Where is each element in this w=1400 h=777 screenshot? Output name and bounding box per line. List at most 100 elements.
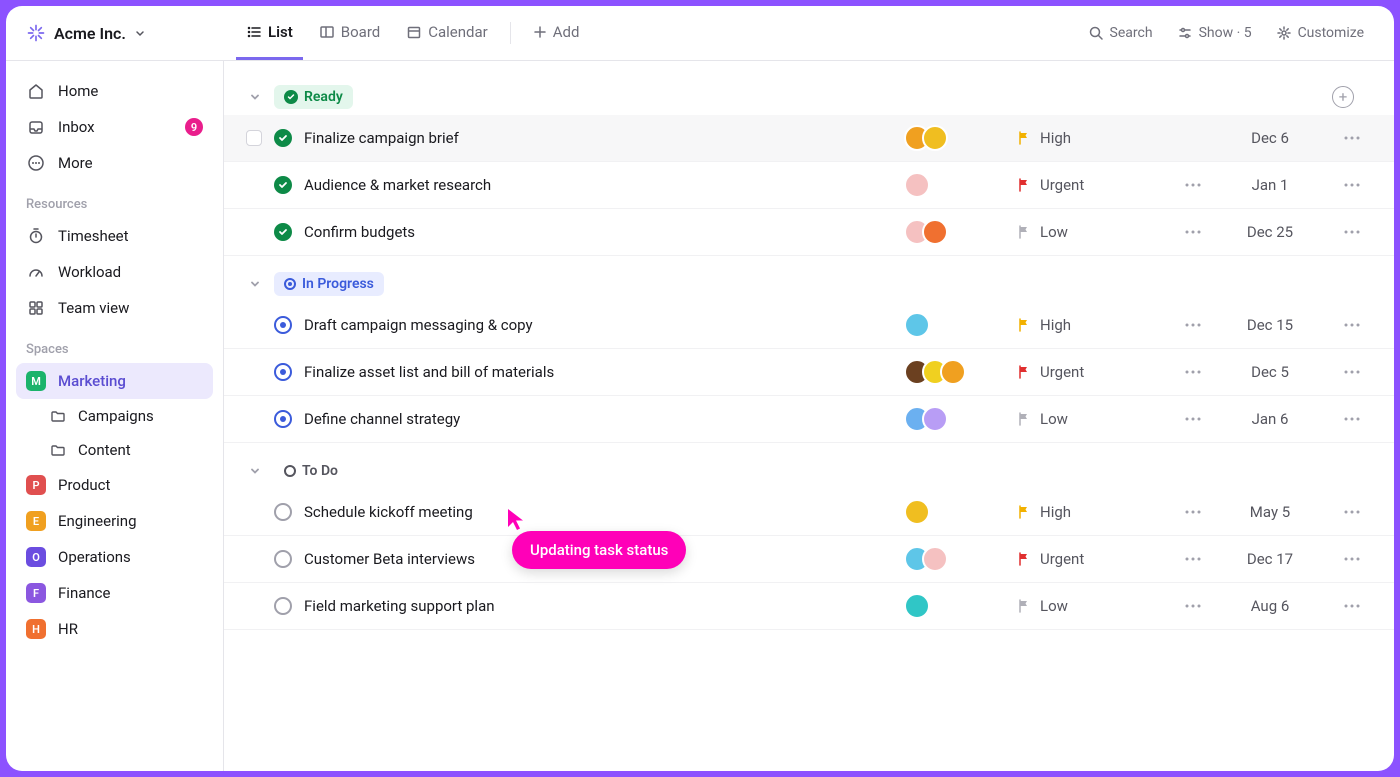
task-row[interactable]: Draft campaign messaging & copy High Dec…: [224, 302, 1394, 349]
task-checkbox[interactable]: [246, 130, 262, 146]
task-date[interactable]: Dec 15: [1220, 316, 1320, 334]
folder-item[interactable]: Campaigns: [16, 399, 213, 433]
task-more-button[interactable]: [1332, 557, 1372, 561]
nav-timesheet[interactable]: Timesheet: [16, 218, 213, 254]
avatar[interactable]: [904, 312, 930, 338]
subtask-indicator[interactable]: [1178, 183, 1208, 187]
assignees[interactable]: [904, 312, 1004, 338]
collapse-toggle[interactable]: [246, 462, 264, 480]
task-date[interactable]: Jan 1: [1220, 176, 1320, 194]
show-button[interactable]: Show · 5: [1167, 19, 1262, 47]
subtask-indicator[interactable]: [1178, 417, 1208, 421]
assignees[interactable]: [904, 219, 1004, 245]
task-priority[interactable]: Low: [1016, 597, 1166, 615]
task-more-button[interactable]: [1332, 604, 1372, 608]
nav-teamview[interactable]: Team view: [16, 290, 213, 326]
task-priority[interactable]: High: [1016, 129, 1166, 147]
task-status-circle[interactable]: [274, 129, 292, 147]
view-tab-add[interactable]: Add: [523, 6, 590, 60]
subtask-indicator[interactable]: [1178, 323, 1208, 327]
task-date[interactable]: May 5: [1220, 503, 1320, 521]
workspace-switcher[interactable]: Acme Inc.: [6, 23, 224, 43]
folder-item[interactable]: Content: [16, 433, 213, 467]
space-item[interactable]: PProduct: [16, 467, 213, 503]
subtask-indicator[interactable]: [1178, 370, 1208, 374]
task-date[interactable]: Dec 17: [1220, 550, 1320, 568]
subtask-indicator[interactable]: [1178, 230, 1208, 234]
task-more-button[interactable]: [1332, 183, 1372, 187]
subtask-indicator[interactable]: [1178, 557, 1208, 561]
space-item[interactable]: MMarketing: [16, 363, 213, 399]
task-row[interactable]: Define channel strategy Low Jan 6: [224, 396, 1394, 443]
assignees[interactable]: [904, 546, 1004, 572]
assignees[interactable]: [904, 125, 1004, 151]
collapse-toggle[interactable]: [246, 275, 264, 293]
assignees[interactable]: [904, 593, 1004, 619]
task-date[interactable]: Dec 6: [1220, 129, 1320, 147]
subtask-indicator[interactable]: [1178, 510, 1208, 514]
avatar[interactable]: [922, 219, 948, 245]
task-row[interactable]: Customer Beta interviews Urgent Dec 17: [224, 536, 1394, 583]
assignees[interactable]: [904, 172, 1004, 198]
view-tab-list[interactable]: List: [236, 6, 303, 60]
space-item[interactable]: HHR: [16, 611, 213, 647]
task-date[interactable]: Jan 6: [1220, 410, 1320, 428]
status-pill[interactable]: Ready: [274, 85, 353, 109]
task-status-circle[interactable]: [274, 363, 292, 381]
nav-inbox[interactable]: Inbox 9: [16, 109, 213, 145]
task-row[interactable]: Schedule kickoff meeting High May 5: [224, 489, 1394, 536]
avatar[interactable]: [904, 593, 930, 619]
task-status-circle[interactable]: [274, 176, 292, 194]
task-status-circle[interactable]: [274, 550, 292, 568]
nav-home[interactable]: Home: [16, 73, 213, 109]
task-more-button[interactable]: [1332, 323, 1372, 327]
add-task-button[interactable]: +: [1332, 86, 1354, 108]
task-priority[interactable]: Urgent: [1016, 176, 1166, 194]
nav-more[interactable]: More: [16, 145, 213, 181]
collapse-toggle[interactable]: [246, 88, 264, 106]
task-priority[interactable]: Urgent: [1016, 363, 1166, 381]
task-more-button[interactable]: [1332, 417, 1372, 421]
search-button[interactable]: Search: [1078, 19, 1163, 47]
task-priority[interactable]: High: [1016, 503, 1166, 521]
avatar[interactable]: [922, 546, 948, 572]
avatar[interactable]: [922, 406, 948, 432]
task-row[interactable]: Finalize campaign brief High Dec 6: [224, 115, 1394, 162]
space-item[interactable]: EEngineering: [16, 503, 213, 539]
task-row[interactable]: Audience & market research Urgent Jan 1: [224, 162, 1394, 209]
task-status-circle[interactable]: [274, 316, 292, 334]
task-priority[interactable]: Low: [1016, 410, 1166, 428]
subtask-indicator[interactable]: [1178, 604, 1208, 608]
task-status-circle[interactable]: [274, 223, 292, 241]
view-tab-calendar[interactable]: Calendar: [396, 6, 498, 60]
task-more-button[interactable]: [1332, 370, 1372, 374]
task-row[interactable]: Finalize asset list and bill of material…: [224, 349, 1394, 396]
task-more-button[interactable]: [1332, 136, 1372, 140]
space-item[interactable]: OOperations: [16, 539, 213, 575]
task-date[interactable]: Dec 5: [1220, 363, 1320, 381]
avatar[interactable]: [904, 499, 930, 525]
view-tab-board[interactable]: Board: [309, 6, 390, 60]
status-pill[interactable]: In Progress: [274, 272, 384, 296]
status-pill[interactable]: To Do: [274, 459, 348, 483]
task-status-circle[interactable]: [274, 597, 292, 615]
task-priority[interactable]: High: [1016, 316, 1166, 334]
task-date[interactable]: Dec 25: [1220, 223, 1320, 241]
task-priority[interactable]: Low: [1016, 223, 1166, 241]
nav-workload[interactable]: Workload: [16, 254, 213, 290]
space-item[interactable]: FFinance: [16, 575, 213, 611]
customize-button[interactable]: Customize: [1266, 19, 1374, 47]
task-status-circle[interactable]: [274, 503, 292, 521]
task-status-circle[interactable]: [274, 410, 292, 428]
task-row[interactable]: Confirm budgets Low Dec 25: [224, 209, 1394, 256]
task-priority[interactable]: Urgent: [1016, 550, 1166, 568]
assignees[interactable]: [904, 499, 1004, 525]
avatar[interactable]: [922, 125, 948, 151]
assignees[interactable]: [904, 406, 1004, 432]
avatar[interactable]: [940, 359, 966, 385]
task-date[interactable]: Aug 6: [1220, 597, 1320, 615]
task-more-button[interactable]: [1332, 230, 1372, 234]
task-row[interactable]: Field marketing support plan Low Aug 6: [224, 583, 1394, 630]
task-more-button[interactable]: [1332, 510, 1372, 514]
avatar[interactable]: [904, 172, 930, 198]
